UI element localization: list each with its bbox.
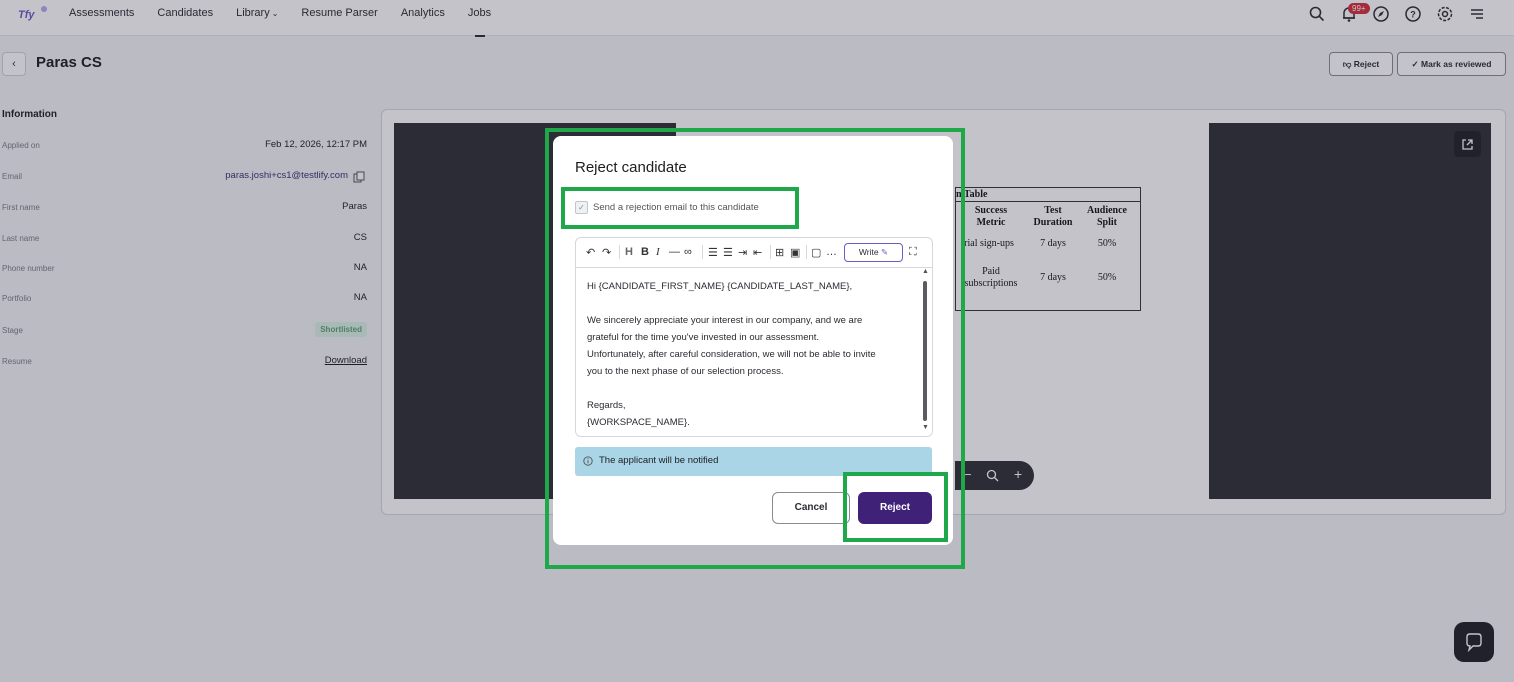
highlight-reject-button	[843, 472, 948, 542]
highlight-checkbox	[561, 187, 799, 229]
